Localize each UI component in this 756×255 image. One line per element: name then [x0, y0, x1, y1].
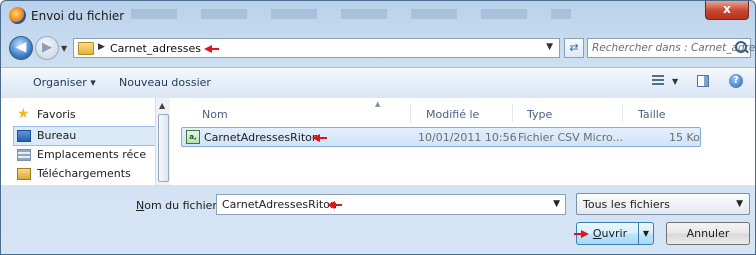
address-bar[interactable]: ▶ Carnet_adresses ▼ [73, 38, 560, 58]
column-divider[interactable] [410, 104, 411, 122]
address-dropdown-icon[interactable]: ▼ [546, 42, 553, 52]
file-row[interactable]: a, CarnetAdressesRiton 10/01/2011 10:56 … [181, 127, 701, 147]
organize-menu-button[interactable]: Organiser ▾ [33, 76, 96, 89]
breadcrumb-current-folder[interactable]: Carnet_adresses [110, 42, 201, 55]
file-type: Fichier CSV Micro... [518, 131, 624, 144]
red-annotation-arrow-icon [204, 45, 219, 53]
search-input[interactable]: Rechercher dans : Carnet_adre... [587, 38, 755, 58]
file-type-filter-select[interactable]: Tous les fichiers ▼ [576, 193, 750, 215]
back-button[interactable]: ◀ [9, 36, 33, 60]
filename-input[interactable]: CarnetAdressesRiton ▼ [216, 194, 566, 215]
file-size: 15 Ko [669, 131, 700, 144]
filename-dropdown-icon[interactable]: ▼ [553, 199, 560, 209]
sidebar-item-label: Emplacements réce [37, 148, 147, 161]
sort-indicator-icon: ▲ [375, 100, 381, 108]
column-divider[interactable] [512, 104, 513, 122]
column-header-size[interactable]: Taille [638, 108, 666, 121]
scroll-up-icon[interactable]: ▲ [159, 101, 165, 110]
firefox-icon [9, 7, 26, 24]
sidebar-item-label: Bureau [37, 129, 77, 142]
command-toolbar: Organiser ▾ Nouveau dossier ▼ ? [1, 67, 755, 99]
search-placeholder: Rechercher dans : Carnet_adre... [592, 42, 756, 54]
open-options-dropdown-icon[interactable]: ▼ [638, 223, 653, 244]
folder-icon [78, 42, 94, 55]
search-icon[interactable] [735, 41, 747, 53]
view-options-icon[interactable] [652, 75, 664, 87]
desktop-icon [17, 130, 31, 142]
navigation-scrollbar[interactable]: ▲ [155, 98, 170, 185]
star-icon: ★ [17, 106, 30, 122]
filter-value: Tous les fichiers [583, 198, 670, 211]
sidebar-item-desktop[interactable]: Bureau [13, 126, 158, 146]
file-modified: 10/01/2011 10:56 [418, 131, 517, 144]
file-name[interactable]: CarnetAdressesRiton [204, 131, 319, 144]
refresh-button[interactable]: ⇄ [564, 38, 584, 58]
file-list: ▲ Nom Modifié le Type Taille a, CarnetAd… [170, 98, 755, 185]
red-annotation-arrow-icon [312, 134, 327, 142]
filename-label: Nom du fichier : [136, 199, 225, 212]
navigation-pane: ★ Favoris Bureau Emplacements réce Téléc… [1, 98, 170, 185]
new-folder-button[interactable]: Nouveau dossier [119, 76, 211, 89]
scrollbar-thumb[interactable] [158, 114, 169, 182]
red-annotation-arrow-icon [327, 201, 342, 209]
close-button[interactable]: x [705, 1, 749, 20]
window-title: Envoi du fichier [31, 9, 125, 23]
sidebar-item-label: Favoris [37, 108, 76, 121]
column-divider[interactable] [622, 104, 623, 122]
title-bar[interactable]: Envoi du fichier x [1, 1, 755, 31]
column-header-modified[interactable]: Modifié le [426, 108, 479, 121]
sidebar-item-label: Téléchargements [37, 167, 131, 180]
background-toolbar-ghost [131, 9, 571, 19]
dialog-footer: Nom du fichier : CarnetAdressesRiton ▼ T… [1, 185, 755, 254]
recent-pages-dropdown-icon[interactable]: ▼ [61, 44, 67, 53]
file-dialog-window: Envoi du fichier x ◀ ▶ ▼ ▶ Carnet_adress… [0, 0, 756, 255]
preview-pane-icon[interactable] [697, 75, 709, 87]
address-row: ◀ ▶ ▼ ▶ Carnet_adresses ▼ ⇄ Rechercher d… [1, 33, 755, 63]
forward-button[interactable]: ▶ [35, 36, 59, 60]
column-header-type[interactable]: Type [527, 108, 552, 121]
recent-places-icon [17, 149, 31, 161]
open-button[interactable]: Ouvrir ▼ [576, 222, 654, 245]
csv-file-icon: a, [186, 130, 200, 144]
filter-dropdown-icon[interactable]: ▼ [736, 199, 743, 209]
cancel-button[interactable]: Annuler [666, 222, 750, 245]
filename-value[interactable]: CarnetAdressesRiton [222, 198, 337, 211]
view-dropdown-icon[interactable]: ▼ [672, 77, 678, 86]
help-icon[interactable]: ? [729, 74, 743, 88]
red-annotation-arrow-icon [581, 230, 589, 238]
downloads-icon [17, 168, 31, 180]
column-header-name[interactable]: Nom [202, 108, 228, 121]
breadcrumb-chevron-icon[interactable]: ▶ [98, 42, 105, 52]
